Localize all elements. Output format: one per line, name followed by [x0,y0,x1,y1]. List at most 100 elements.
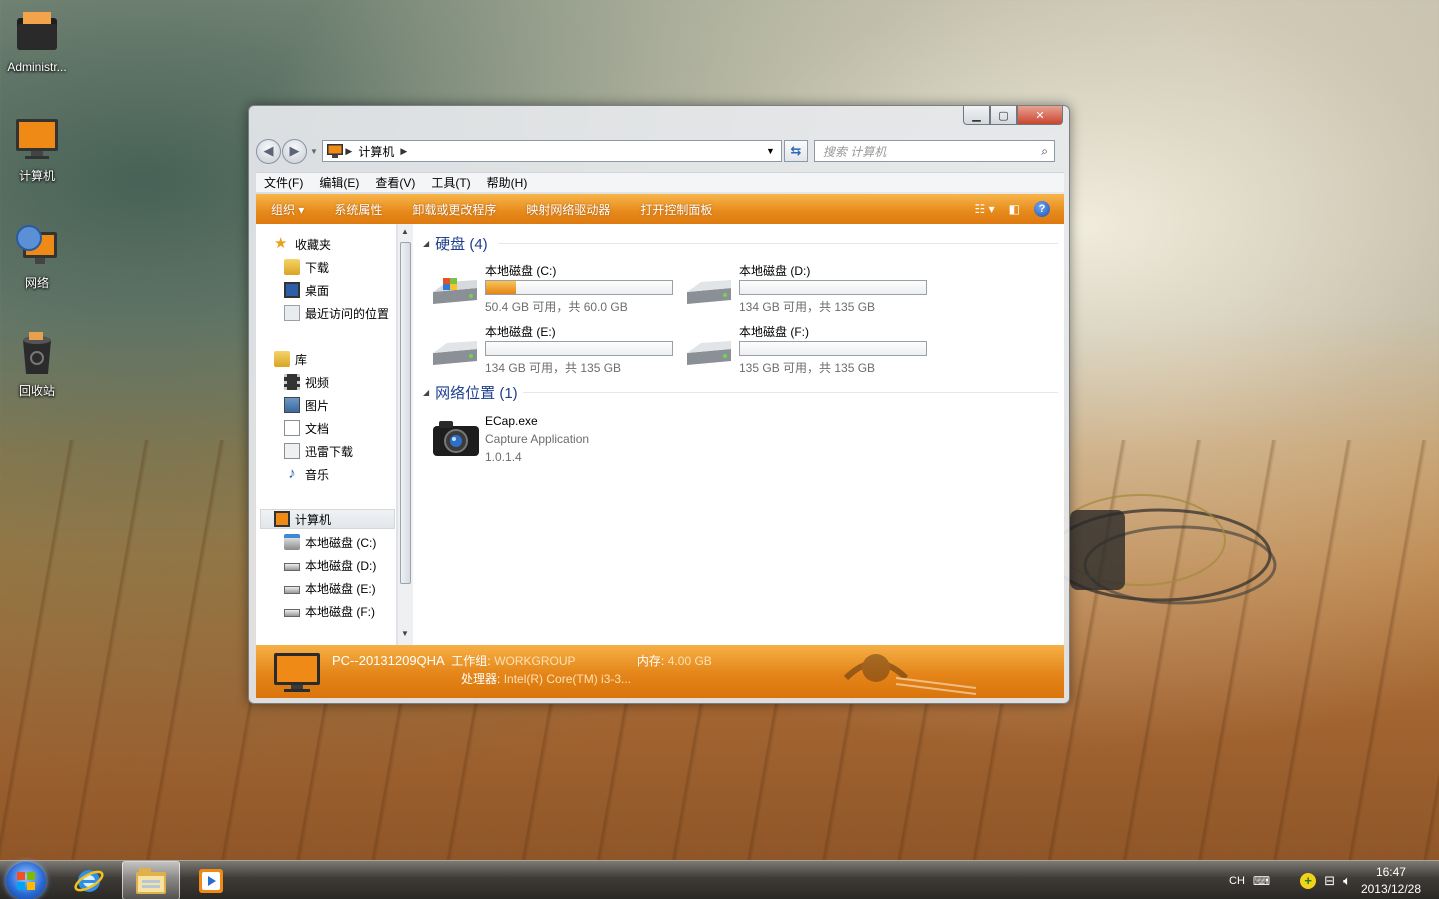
pc-name: PC--20131209QHA [332,653,445,668]
menu-tools[interactable]: 工具(T) [423,174,478,191]
hard-drive-icon [687,280,731,304]
windows-logo-icon [17,872,35,890]
taskbar-file-explorer[interactable] [122,861,180,899]
menu-help[interactable]: 帮助(H) [479,174,536,191]
desktop-icon-user-folder[interactable]: Administr... [2,8,72,74]
taskbar-media-player[interactable] [182,861,240,899]
menu-bar: 文件(F) 编辑(E) 查看(V) 工具(T) 帮助(H) [256,172,1064,192]
map-network-drive-button[interactable]: 映射网络驱动器 [511,201,625,218]
nav-favorites[interactable]: ★ 收藏夹 [274,234,331,254]
maximize-button[interactable]: ▢ [990,106,1017,125]
network-icon [13,222,61,270]
scrollbar-thumb[interactable] [400,242,411,584]
group-header-network[interactable]: ◢ 网络位置 (1) [423,382,1058,403]
nav-item-recent-places[interactable]: 最近访问的位置 [284,303,389,323]
nav-item-xunlei-downloads[interactable]: 迅雷下载 [284,441,353,461]
close-button[interactable]: ✕ [1017,106,1063,125]
nav-item-music[interactable]: ♪ 音乐 [284,464,329,484]
breadcrumb-computer[interactable]: 计算机 [358,143,394,160]
nav-libraries[interactable]: 库 [274,349,307,369]
search-placeholder: 搜索 计算机 [822,144,887,159]
desktop-icon-recycle-bin[interactable]: 回收站 [2,330,72,399]
forward-button[interactable]: ▶ [282,138,307,164]
app-version: 1.0.1.4 [485,450,522,464]
taskbar-internet-explorer[interactable] [60,861,118,899]
breadcrumb-separator-icon: ▶ [342,145,353,156]
nav-item-label: 桌面 [305,283,330,298]
nav-item-pictures[interactable]: 图片 [284,395,329,415]
drive-tile-f[interactable]: 本地磁盘 (F:) 135 GB 可用，共 135 GB [685,323,935,379]
refresh-button[interactable]: ⇆ [783,140,808,162]
nav-item-label: 收藏夹 [295,237,332,252]
breadcrumb-separator-icon[interactable]: ▶ [400,146,407,157]
music-note-icon: ♪ [288,465,296,482]
menu-file[interactable]: 文件(F) [256,174,311,191]
organize-button[interactable]: 组织 ▾ [256,201,319,218]
search-icon[interactable]: ⌕ [1041,144,1048,159]
nav-pane-scrollbar[interactable]: ▲ ▼ [397,224,413,645]
hard-drive-icon [284,609,300,617]
system-drive-icon [284,534,300,550]
nav-item-drive-e[interactable]: 本地磁盘 (E:) [284,578,376,598]
menu-edit[interactable]: 编辑(E) [311,174,367,191]
drive-usage-bar [739,341,927,356]
back-button[interactable]: ◀ [256,138,281,164]
scroll-up-icon[interactable]: ▲ [401,227,409,236]
system-properties-button[interactable]: 系统属性 [319,201,397,218]
search-input[interactable]: 搜索 计算机 ⌕ [813,140,1055,162]
view-options-icon[interactable]: ☷ ▾ [975,202,995,216]
nav-item-label: 本地磁盘 (C:) [305,535,377,550]
nav-item-drive-c[interactable]: 本地磁盘 (C:) [284,532,376,552]
notification-area: CH ⌨ + ⊟ 🔈︎ 16:47 2013/12/28 [1229,861,1439,899]
group-header-label: 网络位置 (1) [435,385,518,402]
workgroup-label: 工作组: [451,654,491,668]
nav-item-videos[interactable]: 视频 [284,372,329,392]
keyboard-icon[interactable]: ⌨ [1253,874,1270,888]
volume-icon[interactable]: 🔈︎ [1343,873,1351,889]
folder-icon [13,8,61,56]
drive-tile-d[interactable]: 本地磁盘 (D:) 134 GB 可用，共 135 GB [685,262,935,318]
system-drive-icon [433,278,477,304]
minimize-button[interactable]: ▁ [963,106,990,125]
nav-computer[interactable]: 计算机 [260,509,395,529]
network-status-icon[interactable]: ⊟ [1324,873,1335,889]
network-item-ecap[interactable]: ECap.exe Capture Application 1.0.1.4 [431,412,731,472]
drive-tile-e[interactable]: 本地磁盘 (E:) 134 GB 可用，共 135 GB [431,323,681,379]
drive-name: 本地磁盘 (D:) [739,264,811,278]
clock-time: 16:47 [1375,864,1406,879]
minimize-icon: ▁ [972,109,981,122]
nav-item-label: 视频 [305,375,330,390]
downloads-folder-icon [284,259,300,275]
group-divider [498,243,1058,244]
menu-view[interactable]: 查看(V) [367,174,423,191]
group-header-drives[interactable]: ◢ 硬盘 (4) [423,233,1058,254]
collapse-icon: ◢ [423,239,430,248]
nav-item-desktop[interactable]: 桌面 [284,280,329,300]
address-bar[interactable]: ▶ 计算机 ▶ ▼ [321,140,782,162]
drive-tile-c[interactable]: 本地磁盘 (C:) 50.4 GB 可用，共 60.0 GB [431,262,681,318]
language-indicator[interactable]: CH [1229,875,1245,887]
back-arrow-icon: ◀ [263,143,274,158]
security-shield-icon[interactable]: + [1300,872,1317,889]
nav-item-drive-d[interactable]: 本地磁盘 (D:) [284,555,376,575]
collapse-icon: ◢ [423,388,430,397]
computer-small-icon [274,511,290,527]
address-dropdown-icon[interactable]: ▼ [760,146,781,156]
nav-item-downloads[interactable]: 下载 [284,257,329,277]
open-control-panel-button[interactable]: 打开控制面板 [625,201,727,218]
recent-pages-dropdown[interactable]: ▼ [310,147,318,156]
scroll-down-icon[interactable]: ▼ [401,629,409,638]
media-player-icon [199,868,223,893]
help-icon[interactable]: ? [1034,201,1050,217]
nav-item-documents[interactable]: 文档 [284,418,329,438]
desktop-icon-computer[interactable]: 计算机 [2,115,72,184]
preview-pane-icon[interactable]: ◧ [1009,202,1020,216]
forward-arrow-icon: ▶ [289,143,300,158]
system-clock[interactable]: 16:47 2013/12/28 [1361,864,1421,898]
desktop-icon-network[interactable]: 网络 [2,222,72,291]
taskbar: CH ⌨ + ⊟ 🔈︎ 16:47 2013/12/28 [0,860,1439,899]
nav-item-drive-f[interactable]: 本地磁盘 (F:) [284,601,375,621]
start-button[interactable] [6,862,46,899]
drive-name: 本地磁盘 (F:) [739,325,809,339]
uninstall-program-button[interactable]: 卸载或更改程序 [397,201,511,218]
